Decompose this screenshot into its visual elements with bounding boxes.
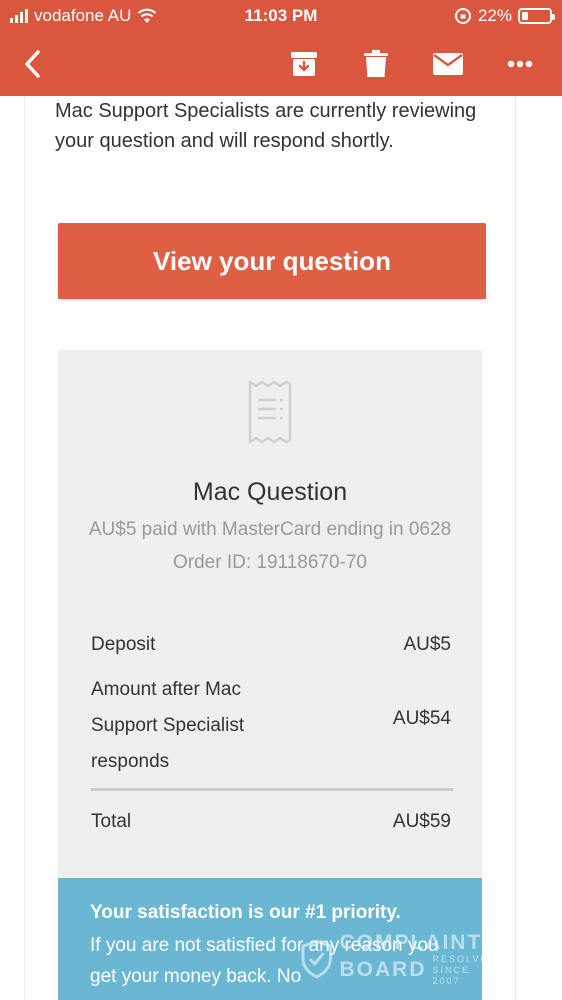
email-body: Mac Support Specialists are currently re… <box>24 96 516 1000</box>
line-item-label: Deposit <box>91 634 156 655</box>
watermark-side2: SINCE 2007 <box>432 964 470 986</box>
line-item-after-response: Amount after Mac Support Specialist resp… <box>91 672 451 780</box>
satisfaction-headline: Your satisfaction is our #1 priority. <box>90 902 401 923</box>
total-label: Total <box>91 811 132 832</box>
view-question-button[interactable]: View your question <box>58 223 486 299</box>
line-item-amount: AU$54 <box>392 708 451 729</box>
line-item-deposit: Deposit AU$5 <box>91 634 451 660</box>
receipt-card: Mac Question AU$5 paid with MasterCard e… <box>58 350 482 1000</box>
watermark-line2: BOARD <box>339 958 427 981</box>
receipt-icon <box>248 380 292 444</box>
receipt-payment-info: AU$5 paid with MasterCard ending in 0628… <box>78 513 462 579</box>
archive-icon[interactable] <box>284 44 324 84</box>
watermark-logo: COMPLAINTS BOARD RESOLVED SINCE 2007 <box>300 930 500 986</box>
receipt-title: Mac Question <box>192 478 348 506</box>
battery-percent: 22% <box>477 6 512 25</box>
trash-icon[interactable] <box>356 44 396 84</box>
line-item-total: Total AU$59 <box>91 811 451 837</box>
watermark-line1: COMPLAINTS <box>339 930 499 954</box>
status-bar: vodafone AU 11:03 PM 22% <box>0 0 562 32</box>
line-item-label: Amount after Mac Support Specialist resp… <box>91 679 245 772</box>
payment-line: AU$5 paid with MasterCard ending in 0628 <box>88 519 452 540</box>
rotation-lock-icon <box>454 8 471 24</box>
total-amount: AU$59 <box>392 811 451 832</box>
battery-icon <box>518 8 555 24</box>
order-id: Order ID: 19118670-70 <box>173 552 367 573</box>
intro-text: Mac Support Specialists are currently re… <box>55 100 477 152</box>
total-divider <box>91 788 453 791</box>
email-toolbar <box>0 32 562 96</box>
line-item-amount: AU$5 <box>403 634 451 655</box>
more-dots-icon[interactable] <box>500 44 540 84</box>
chevron-left-icon[interactable] <box>13 44 53 84</box>
app-header: vodafone AU 11:03 PM 22% <box>0 0 562 96</box>
watermark-side1: RESOLVED <box>432 953 497 964</box>
envelope-icon[interactable] <box>428 44 468 84</box>
shield-icon <box>301 939 333 979</box>
